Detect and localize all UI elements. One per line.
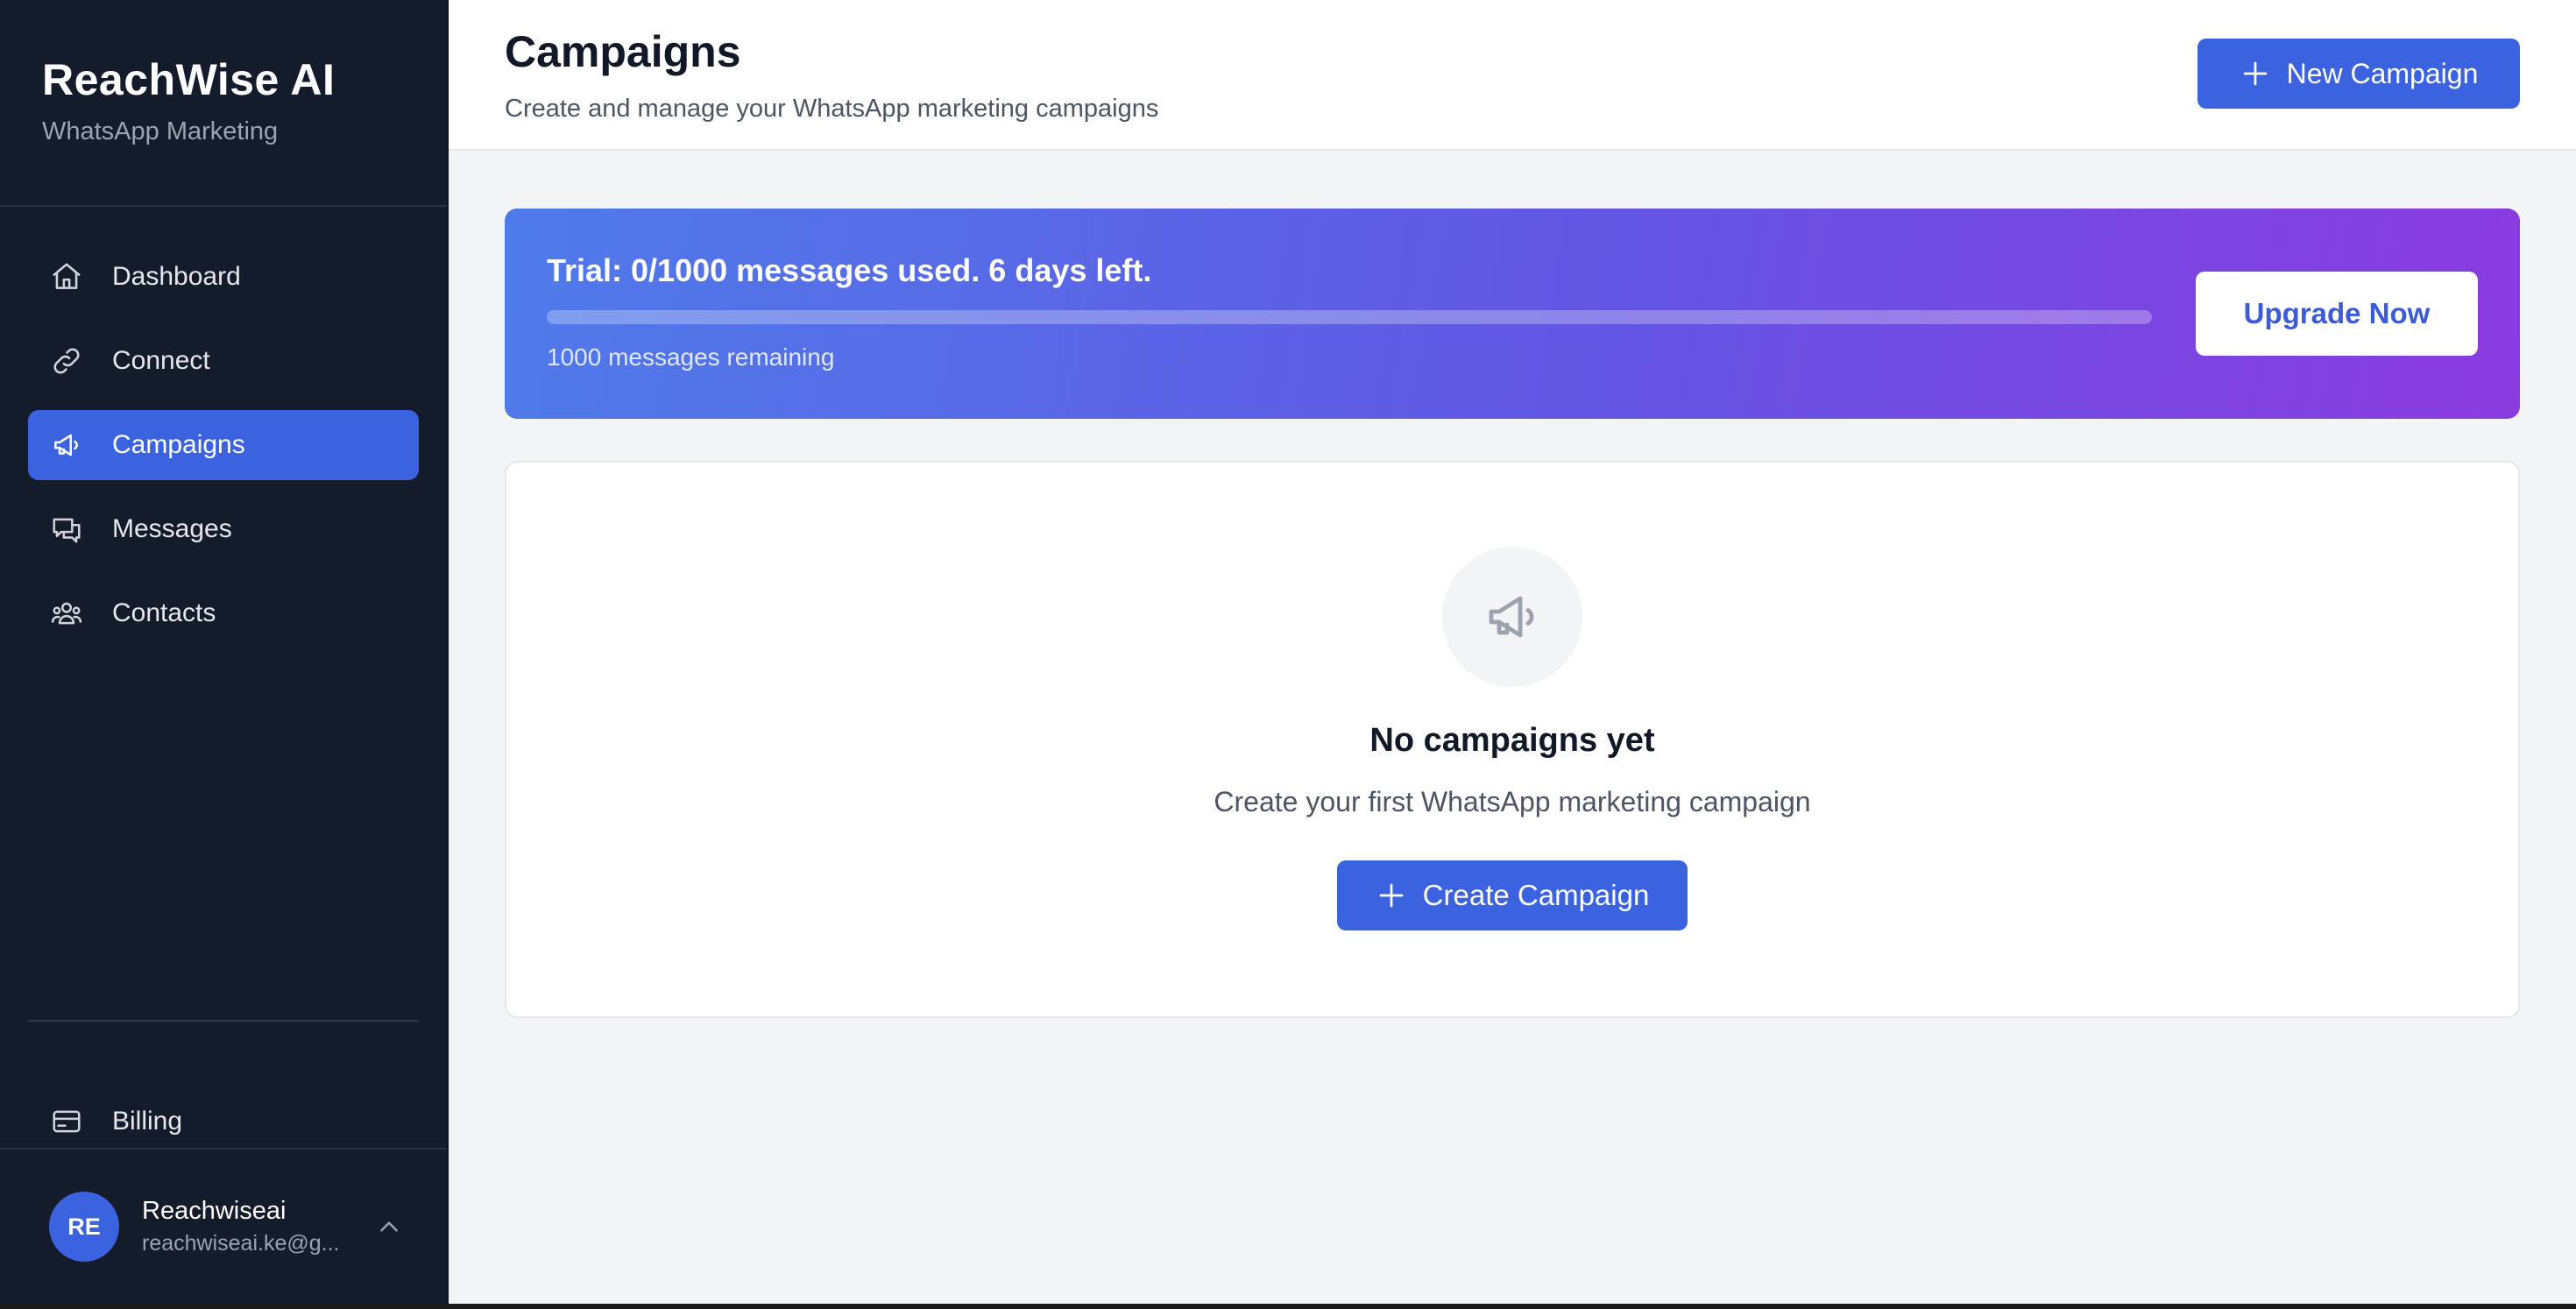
sidebar-item-contacts[interactable]: Contacts: [28, 578, 419, 648]
create-campaign-button[interactable]: Create Campaign: [1337, 860, 1688, 930]
brand: ReachWise AI WhatsApp Marketing: [0, 0, 447, 207]
empty-state-title: No campaigns yet: [1369, 722, 1655, 759]
sidebar-item-dashboard[interactable]: Dashboard: [28, 242, 419, 312]
trial-banner: Trial: 0/1000 messages used. 6 days left…: [505, 209, 2520, 419]
home-icon: [49, 259, 84, 294]
create-campaign-label: Create Campaign: [1422, 879, 1650, 911]
sidebar-item-connect[interactable]: Connect: [28, 326, 419, 396]
new-campaign-label: New Campaign: [2286, 57, 2479, 89]
sidebar-item-label: Contacts: [112, 598, 216, 627]
user-email: reachwiseai.ke@g...: [142, 1231, 340, 1256]
sidebar-item-campaigns[interactable]: Campaigns: [28, 410, 419, 480]
sidebar-item-label: Dashboard: [112, 262, 241, 291]
empty-state-card: No campaigns yet Create your first Whats…: [505, 461, 2520, 1018]
sidebar-nav: Dashboard Connect Campaigns Messages Con…: [0, 207, 447, 648]
avatar: RE: [49, 1192, 119, 1262]
divider: [28, 1020, 419, 1022]
sidebar-item-label: Messages: [112, 514, 232, 543]
trial-progress-bar: [547, 310, 2152, 324]
plus-icon: [1379, 883, 1404, 908]
chevron-up-icon[interactable]: [372, 1209, 407, 1244]
user-menu[interactable]: RE Reachwiseai reachwiseai.ke@g...: [0, 1148, 447, 1304]
plus-icon: [2243, 61, 2267, 86]
upgrade-now-button[interactable]: Upgrade Now: [2196, 272, 2478, 356]
user-info: Reachwiseai reachwiseai.ke@g...: [142, 1197, 352, 1256]
sidebar-item-billing[interactable]: Billing: [28, 1086, 419, 1157]
sidebar: ReachWise AI WhatsApp Marketing Dashboar…: [0, 0, 449, 1304]
credit-card-icon: [49, 1104, 84, 1139]
new-campaign-button[interactable]: New Campaign: [2197, 39, 2520, 109]
sidebar-item-label: Billing: [112, 1107, 183, 1136]
megaphone-icon: [49, 428, 84, 463]
page-header: Campaigns Create and manage your WhatsAp…: [449, 0, 2576, 151]
main-content: Campaigns Create and manage your WhatsAp…: [449, 0, 2576, 1304]
users-icon: [49, 596, 84, 631]
billing-nav: Billing: [0, 1051, 447, 1157]
app-window: ReachWise AI WhatsApp Marketing Dashboar…: [0, 0, 2576, 1304]
brand-subtitle: WhatsApp Marketing: [42, 117, 279, 145]
user-name: Reachwiseai: [142, 1197, 287, 1225]
megaphone-icon: [1489, 596, 1534, 638]
empty-state-icon-circle: [1442, 547, 1582, 687]
chat-icon: [49, 512, 84, 547]
empty-state-subtitle: Create your first WhatsApp marketing cam…: [1214, 786, 1811, 817]
sidebar-item-messages[interactable]: Messages: [28, 494, 419, 564]
sidebar-item-label: Campaigns: [112, 430, 245, 459]
brand-title: ReachWise AI: [42, 55, 336, 104]
sidebar-item-label: Connect: [112, 346, 210, 375]
link-icon: [49, 343, 84, 379]
